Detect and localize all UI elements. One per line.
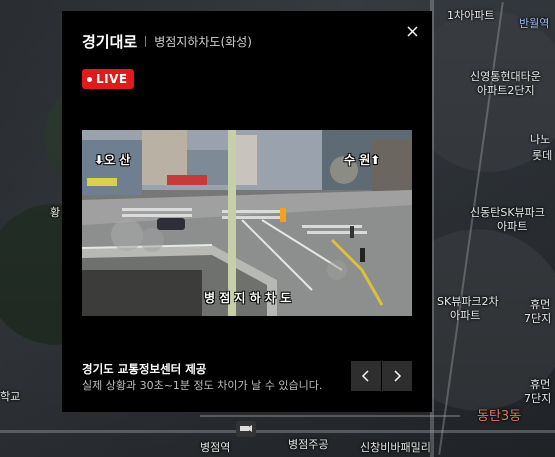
cctv-video[interactable]: ⬇오 산 수 원⬆ 병 점 지 하 차 도 (82, 130, 412, 316)
map-label: 아파트 (450, 309, 481, 322)
map-label: 휴먼 (530, 378, 551, 391)
map-label: 1차아파트 (447, 9, 495, 22)
modal-title: 경기대로 (82, 33, 138, 51)
map-label: 동탄3동 (477, 409, 522, 424)
map-label: 나노 (530, 133, 551, 146)
chevron-left-icon (361, 370, 369, 382)
map-label: 아파트2단지 (477, 84, 535, 97)
next-camera-button[interactable] (382, 361, 412, 391)
live-badge: LIVE (82, 69, 134, 89)
map-label: 신동탄SK뷰파크 (470, 206, 545, 219)
live-label: LIVE (96, 72, 128, 86)
map-label: 아파트 (497, 220, 528, 233)
map-label: 휴먼 (530, 298, 551, 311)
live-dot-icon (87, 76, 92, 82)
map-label: 황 (50, 206, 61, 219)
title-divider (145, 36, 147, 47)
video-label-bottom: 병 점 지 하 차 도 (204, 291, 292, 305)
cctv-marker-icon[interactable] (236, 421, 256, 437)
prev-camera-button[interactable] (351, 361, 381, 391)
close-icon (406, 25, 418, 37)
source-text: 경기도 교통정보센터 제공 (82, 362, 207, 376)
map-label: 7단지 (524, 392, 552, 405)
map-label: 병점주공 (288, 438, 329, 451)
map-label: 롯데 (532, 149, 553, 162)
map-label: SK뷰파크2차 (437, 295, 499, 308)
chevron-right-icon (394, 370, 402, 382)
video-label-right: 수 원⬆ (344, 153, 381, 167)
map-label: 7단지 (524, 312, 552, 325)
map-label: 신창비바패밀리 (360, 441, 431, 454)
modal-subtitle: 병점지하차도(화성) (154, 35, 252, 49)
close-button[interactable] (402, 21, 422, 41)
map-road (0, 430, 555, 433)
map-label: 병점역 (200, 441, 231, 454)
map-label: 반월역 (519, 17, 550, 30)
map-label: 학교 (0, 390, 21, 403)
video-label-left: ⬇오 산 (94, 153, 131, 167)
map-label: 신영통현대타운 (470, 70, 541, 83)
modal-header: 경기대로 병점지하차도(화성) (82, 31, 252, 52)
delay-note: 실제 상황과 30초~1분 정도 차이가 날 수 있습니다. (82, 379, 323, 392)
map-road (200, 415, 460, 417)
cctv-modal: 경기대로 병점지하차도(화성) LIVE ⬇오 산 수 원⬆ 병 점 지 하 차… (62, 11, 432, 412)
